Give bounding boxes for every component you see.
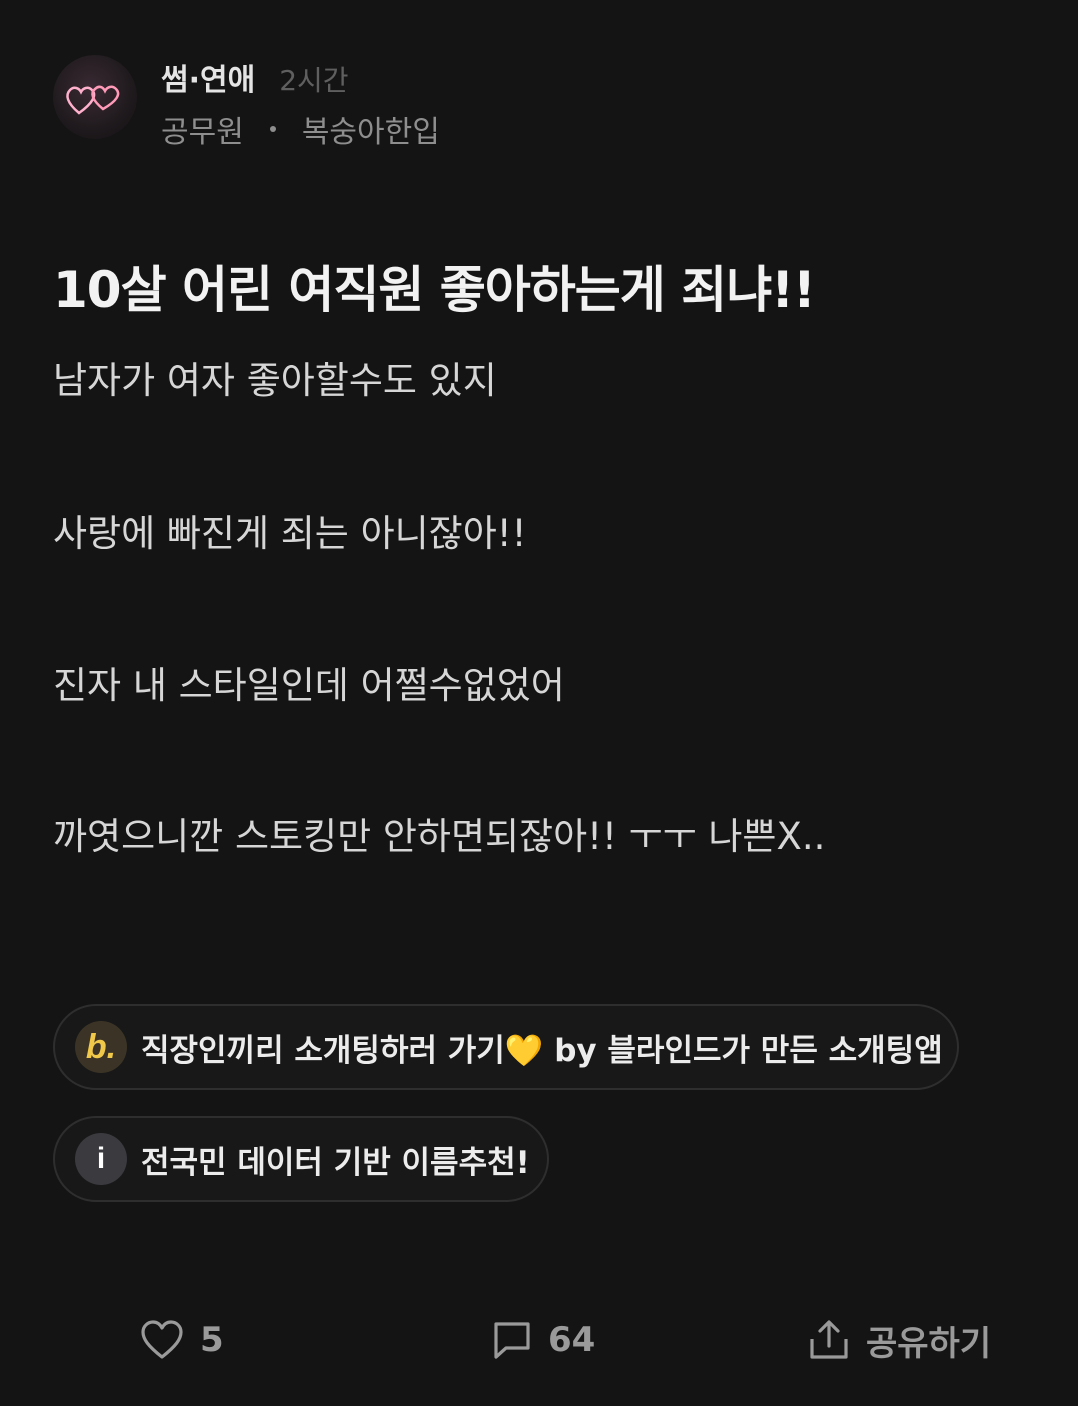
post-action-bar: 5 64 공유하기 [0,1312,1078,1368]
comment-button[interactable]: 64 [492,1312,595,1368]
promo-blind-dating-link[interactable]: b. 직장인끼리 소개팅하러 가기💛 by 블라인드가 만든 소개팅앱 [53,1004,959,1090]
author-company[interactable]: 공무원 [161,107,244,151]
promo-text: 직장인끼리 소개팅하러 가기💛 by 블라인드가 만든 소개팅앱 [141,1032,943,1069]
comment-icon [494,1322,530,1359]
share-button[interactable]: 공유하기 [808,1312,991,1368]
meta-row-channel: 썸·연애 2시간 [161,55,440,98]
neon-hearts-icon [66,85,120,115]
post-body-line: 까엿으니깐 스토킹만 안하면되잖아!! ㅜㅜ 나쁜X.. [53,815,826,858]
heart-icon [141,1320,183,1359]
post-header: 썸·연애 2시간 공무원 복숭아한입 [53,55,440,151]
share-icon [810,1320,848,1359]
promo-text: 전국민 데이터 기반 이름추천! [141,1144,530,1181]
post-time: 2시간 [279,64,349,97]
meta-row-author: 공무원 복숭아한입 [161,107,440,151]
comment-count: 64 [548,1320,596,1360]
channel-avatar[interactable] [53,55,137,139]
post-body-line: 남자가 여자 좋아할수도 있지 [53,359,497,402]
author-nickname[interactable]: 복숭아한입 [302,107,440,151]
share-label: 공유하기 [866,1323,992,1364]
separator-dot [269,126,276,132]
promo-name-recommend-link[interactable]: i 전국민 데이터 기반 이름추천! [53,1116,549,1202]
info-icon: i [75,1133,127,1185]
post-body-line: 진자 내 스타일인데 어쩔수없었어 [53,664,565,707]
post-body-line: 사랑에 빠진게 죄는 아니잖아!! [53,512,527,555]
channel-name[interactable]: 썸·연애 [161,55,255,99]
post-meta: 썸·연애 2시간 공무원 복숭아한입 [161,55,440,151]
blind-logo-icon: b. [75,1021,127,1073]
like-button[interactable]: 5 [140,1312,224,1368]
post-title: 10살 어린 여직원 좋아하는게 죄냐!! [53,261,816,319]
like-count: 5 [200,1320,224,1360]
